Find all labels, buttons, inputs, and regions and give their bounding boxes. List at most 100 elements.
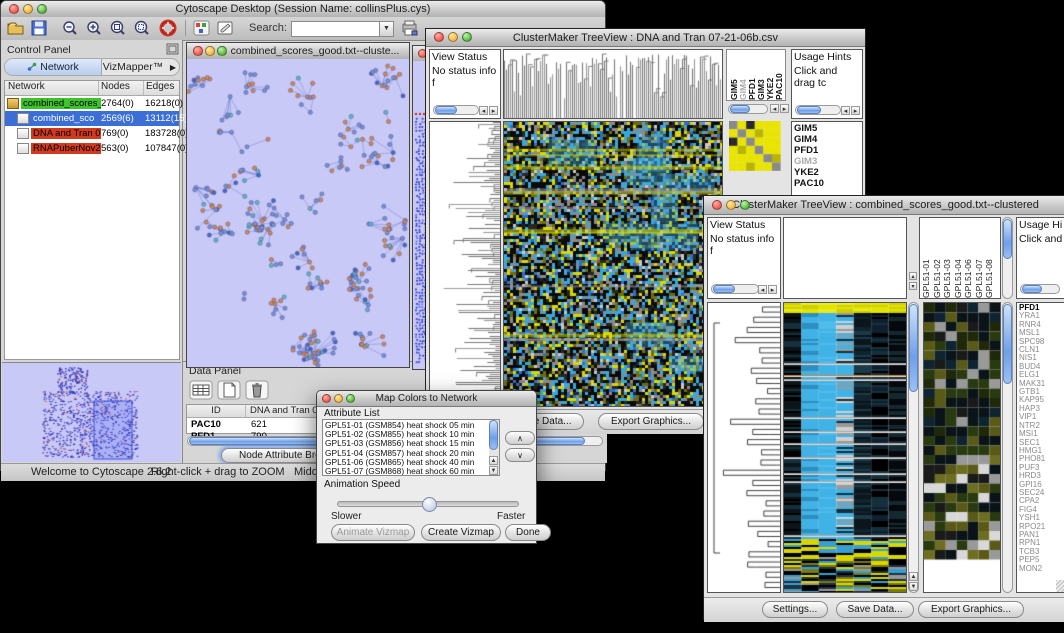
tv1-row-label[interactable]: GIM4 — [794, 134, 860, 145]
tv1-column-label[interactable]: GIM3 — [756, 50, 765, 100]
row-dendrogram-canvas[interactable] — [430, 122, 500, 406]
zoom-out-icon[interactable] — [61, 20, 79, 37]
network-row[interactable]: RNAPuberNov2+563(0)107847(0) — [5, 141, 179, 156]
done-button[interactable]: Done — [505, 524, 551, 541]
tv2-row-label[interactable]: MON2 — [1019, 565, 1064, 573]
secondary-heatmap-panel[interactable] — [923, 302, 1001, 593]
network-row[interactable]: combined_sco2569(6)13112(15) — [5, 111, 179, 126]
close-button[interactable] — [434, 32, 444, 42]
network-view-canvas[interactable] — [187, 59, 409, 367]
close-button[interactable] — [322, 394, 331, 403]
usage-hints-hscroll[interactable] — [1020, 284, 1060, 294]
scroll-right-arrow[interactable]: ▸ — [489, 106, 498, 115]
export-icon[interactable] — [401, 19, 419, 37]
main-titlebar[interactable]: Cytoscape Desktop (Session Name: collins… — [1, 1, 605, 18]
tv1-labels-hscroll[interactable] — [728, 104, 768, 114]
float-panel-icon[interactable] — [166, 43, 179, 55]
column-dendrogram-canvas[interactable] — [504, 50, 722, 118]
tv1-row-label[interactable]: PAC10 — [794, 178, 860, 189]
zoom-button[interactable] — [217, 46, 227, 56]
row-dendrogram-panel[interactable] — [429, 121, 501, 407]
animate-vizmap-button[interactable]: Animate Vizmap — [331, 524, 415, 541]
row-dendrogram-canvas[interactable] — [708, 303, 780, 592]
column-dendrogram-panel[interactable] — [783, 217, 907, 299]
tab-vizmapper[interactable]: VizMapper™ — [101, 59, 165, 75]
network-overview[interactable] — [2, 362, 181, 462]
col-header-edges[interactable]: Edges — [144, 81, 174, 95]
tv2-column-label[interactable]: GPL51-02 (GSM855) — [932, 218, 943, 298]
tv1-button-1[interactable]: Export Graphics... — [598, 413, 704, 430]
zoom-button[interactable] — [346, 394, 355, 403]
scroll-up-arrow[interactable]: ▲ — [909, 572, 918, 581]
vizmapper-icon[interactable] — [193, 20, 210, 36]
knn-matrix[interactable] — [729, 121, 781, 171]
tv1-column-label[interactable]: YKE2 — [765, 50, 774, 100]
scroll-down-arrow[interactable]: ▼ — [909, 582, 918, 591]
minimize-button[interactable] — [334, 394, 343, 403]
zoom-fit-icon[interactable] — [109, 20, 127, 37]
knn-matrix-canvas[interactable] — [729, 121, 781, 171]
col-header-network[interactable]: Network — [5, 81, 99, 95]
select-attributes-icon[interactable] — [189, 380, 213, 400]
close-button[interactable] — [193, 46, 203, 56]
column-dendrogram-panel[interactable] — [503, 49, 723, 119]
zoom-selected-icon[interactable] — [133, 20, 151, 37]
attribute-item[interactable]: GPL51-07 (GSM868) heat shock 60 min — [325, 467, 497, 476]
overview-canvas[interactable] — [2, 363, 181, 462]
tv1-column-label[interactable]: PFD1 — [747, 50, 756, 100]
network-row[interactable]: DNA and Tran 07769(0)183728(0) — [5, 126, 179, 141]
scroll-down-arrow[interactable]: ▾ — [909, 282, 917, 290]
secondary-vscroll[interactable] — [1002, 302, 1013, 593]
tv2-button-1[interactable]: Save Data... — [836, 601, 914, 618]
attribute-list-vscroll[interactable]: ▲ ▼ — [489, 420, 499, 475]
view-status-hscroll[interactable] — [433, 105, 479, 115]
tab-network[interactable]: Network — [5, 59, 102, 75]
tv2-column-label[interactable]: GPL51-07 (GSM868) — [974, 218, 985, 298]
scroll-left-arrow[interactable]: ◂ — [770, 104, 779, 113]
heatmap-canvas[interactable] — [784, 303, 906, 592]
scroll-left-arrow[interactable]: ◂ — [479, 106, 488, 115]
minimize-button[interactable] — [726, 200, 736, 210]
close-button[interactable] — [712, 200, 722, 210]
tv1-row-label[interactable]: YKE2 — [794, 167, 860, 178]
move-up-button[interactable]: ∧ — [505, 431, 535, 445]
tv2-column-label[interactable]: GPL51-04 (GSM857) — [953, 218, 964, 298]
heatmap-vscroll[interactable]: ▲ ▼ — [908, 302, 919, 593]
scroll-left-arrow[interactable]: ◂ — [841, 106, 850, 115]
minimize-button[interactable] — [205, 46, 215, 56]
tv1-column-label[interactable]: GIM4 — [738, 50, 747, 100]
search-dropdown-button[interactable]: ▼ — [379, 21, 394, 37]
usage-hints-hscroll[interactable] — [795, 105, 841, 115]
delete-attribute-icon[interactable] — [245, 380, 269, 400]
tv2-column-label[interactable]: GPL51-06 (GSM865) — [963, 218, 974, 298]
tv2-column-label[interactable]: GPL51-01 (GSM854) — [921, 218, 932, 298]
slider-thumb[interactable] — [422, 497, 437, 512]
create-vizmap-button[interactable]: Create Vizmap — [421, 524, 501, 541]
scroll-right-arrow[interactable]: ▸ — [851, 106, 860, 115]
zoom-button[interactable] — [37, 4, 47, 14]
tv1-row-label[interactable]: PFD1 — [794, 145, 860, 156]
tab-overflow-button[interactable]: ▶ — [166, 59, 180, 75]
view-status-hscroll[interactable] — [711, 284, 759, 294]
data-col-id[interactable]: ID — [187, 405, 246, 417]
tv1-row-label[interactable]: GIM5 — [794, 123, 860, 134]
heatmap-panel[interactable] — [783, 302, 907, 593]
tv2-button-0[interactable]: Settings... — [762, 601, 828, 618]
secondary-heatmap-canvas[interactable] — [924, 303, 1000, 592]
zoom-button[interactable] — [740, 200, 750, 210]
close-button[interactable] — [9, 4, 19, 14]
scroll-up-arrow[interactable]: ▴ — [909, 272, 917, 280]
scroll-right-arrow[interactable]: ▸ — [768, 285, 777, 294]
save-icon[interactable] — [31, 20, 47, 36]
network-row[interactable]: combined_scores_2764(0)16218(0) — [5, 96, 179, 111]
heatmap-panel[interactable] — [503, 121, 723, 407]
scroll-down-arrow[interactable]: ▼ — [489, 466, 498, 475]
minimize-button[interactable] — [23, 4, 33, 14]
row-dendrogram-panel[interactable] — [707, 302, 781, 593]
open-file-icon[interactable] — [7, 20, 25, 36]
annotation-icon[interactable] — [217, 20, 235, 36]
animation-speed-slider[interactable] — [337, 501, 519, 507]
zoom-button[interactable] — [462, 32, 472, 42]
resize-grip[interactable] — [1056, 580, 1064, 592]
help-icon[interactable] — [159, 19, 177, 37]
